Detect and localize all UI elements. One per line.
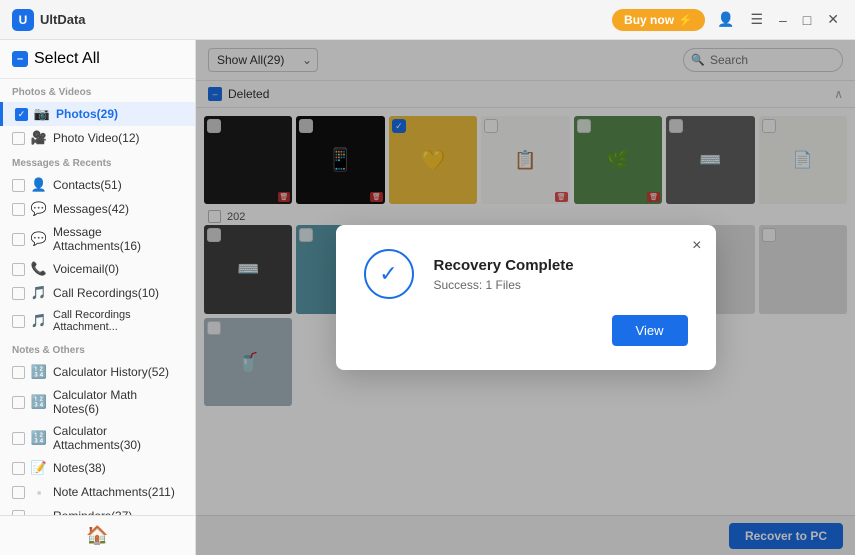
calc-history-checkbox[interactable]	[12, 366, 25, 379]
notes-label: Notes(38)	[53, 461, 106, 475]
calc-attach-icon: 🔢	[31, 430, 47, 446]
sidebar-item-note-attach[interactable]: ▪ Note Attachments(211)	[0, 480, 195, 504]
msg-attach-label: Message Attachments(16)	[53, 225, 183, 253]
user-icon[interactable]: 👤	[713, 9, 738, 30]
voicemail-label: Voicemail(0)	[53, 262, 119, 276]
modal-checkmark: ✓	[364, 249, 414, 299]
section-label-photos: Photos & Videos	[0, 79, 195, 102]
photo-video-label: Photo Video(12)	[53, 131, 140, 145]
photo-video-icon: 🎥	[31, 130, 47, 146]
call-rec-attach-checkbox[interactable]	[12, 315, 25, 328]
modal-subtitle: Success: 1 Files	[434, 278, 688, 292]
calc-math-checkbox[interactable]	[12, 396, 25, 409]
note-attach-label: Note Attachments(211)	[53, 485, 175, 499]
contacts-checkbox[interactable]	[12, 179, 25, 192]
checkmark-icon: ✓	[379, 261, 397, 287]
photos-icon: 📷	[34, 106, 50, 122]
modal-overlay: × ✓ Recovery Complete Success: 1 Files V…	[196, 40, 855, 555]
calc-math-label: Calculator Math Notes(6)	[53, 388, 183, 416]
notes-checkbox[interactable]	[12, 462, 25, 475]
calc-attach-checkbox[interactable]	[12, 432, 25, 445]
maximize-button[interactable]: □	[799, 10, 815, 30]
sidebar-item-call-rec-attach[interactable]: 🎵 Call Recordings Attachment...	[0, 305, 195, 337]
modal-text: Recovery Complete Success: 1 Files	[434, 257, 688, 292]
sidebar-item-calc-history[interactable]: 🔢 Calculator History(52)	[0, 360, 195, 384]
sidebar: Select All Photos & Videos ✓ 📷 Photos(29…	[0, 40, 196, 555]
calc-history-icon: 🔢	[31, 364, 47, 380]
modal-view-button[interactable]: View	[612, 315, 688, 346]
photo-video-checkbox[interactable]	[12, 132, 25, 145]
photos-checkbox[interactable]: ✓	[15, 108, 28, 121]
sidebar-item-contacts[interactable]: 👤 Contacts(51)	[0, 173, 195, 197]
sidebar-item-photos[interactable]: ✓ 📷 Photos(29)	[0, 102, 195, 126]
modal-close-button[interactable]: ×	[692, 237, 701, 255]
home-icon[interactable]: 🏠	[86, 525, 108, 546]
notes-icon: 📝	[31, 460, 47, 476]
sidebar-item-voicemail[interactable]: 📞 Voicemail(0)	[0, 257, 195, 281]
title-bar: U UltData Buy now ⚡ 👤 ☰ – □ ✕	[0, 0, 855, 40]
messages-icon: 💬	[31, 201, 47, 217]
sidebar-item-calc-attach[interactable]: 🔢 Calculator Attachments(30)	[0, 420, 195, 456]
buy-now-button[interactable]: Buy now ⚡	[612, 9, 705, 31]
sidebar-item-msg-attach[interactable]: 💬 Message Attachments(16)	[0, 221, 195, 257]
modal-title: Recovery Complete	[434, 257, 688, 274]
voicemail-icon: 📞	[31, 261, 47, 277]
contacts-label: Contacts(51)	[53, 178, 122, 192]
call-rec-label: Call Recordings(10)	[53, 286, 159, 300]
content-area: Show All(29) Show Deleted Show Existing …	[196, 40, 855, 555]
voicemail-checkbox[interactable]	[12, 263, 25, 276]
section-label-messages: Messages & Recents	[0, 150, 195, 173]
title-bar-actions: Buy now ⚡ 👤 ☰ – □ ✕	[612, 9, 843, 31]
select-all-item[interactable]: Select All	[0, 40, 195, 79]
main-layout: Select All Photos & Videos ✓ 📷 Photos(29…	[0, 40, 855, 555]
sidebar-item-notes[interactable]: 📝 Notes(38)	[0, 456, 195, 480]
lightning-icon: ⚡	[678, 13, 693, 27]
note-attach-checkbox[interactable]	[12, 486, 25, 499]
call-rec-icon: 🎵	[31, 285, 47, 301]
call-rec-attach-icon: 🎵	[31, 313, 47, 329]
close-button[interactable]: ✕	[823, 9, 843, 30]
photos-label: Photos(29)	[56, 107, 118, 121]
minimize-button[interactable]: –	[775, 10, 791, 30]
app-logo: U	[12, 9, 34, 31]
messages-checkbox[interactable]	[12, 203, 25, 216]
messages-label: Messages(42)	[53, 202, 129, 216]
sidebar-item-photo-video[interactable]: 🎥 Photo Video(12)	[0, 126, 195, 150]
sidebar-item-call-rec[interactable]: 🎵 Call Recordings(10)	[0, 281, 195, 305]
sidebar-item-messages[interactable]: 💬 Messages(42)	[0, 197, 195, 221]
modal-content: ✓ Recovery Complete Success: 1 Files	[364, 249, 688, 299]
sidebar-item-calc-math[interactable]: 🔢 Calculator Math Notes(6)	[0, 384, 195, 420]
app-name: UltData	[40, 12, 612, 27]
msg-attach-checkbox[interactable]	[12, 233, 25, 246]
sidebar-home-area: 🏠	[0, 515, 196, 555]
recovery-modal: × ✓ Recovery Complete Success: 1 Files V…	[336, 225, 716, 370]
calc-history-label: Calculator History(52)	[53, 365, 169, 379]
select-all-label: Select All	[34, 50, 100, 68]
contacts-icon: 👤	[31, 177, 47, 193]
calc-attach-label: Calculator Attachments(30)	[53, 424, 183, 452]
msg-attach-icon: 💬	[31, 231, 47, 247]
call-rec-attach-label: Call Recordings Attachment...	[53, 309, 183, 333]
section-label-notes: Notes & Others	[0, 337, 195, 360]
select-all-icon	[12, 51, 28, 67]
calc-math-icon: 🔢	[31, 394, 47, 410]
note-attach-icon: ▪	[31, 484, 47, 500]
call-rec-checkbox[interactable]	[12, 287, 25, 300]
menu-icon[interactable]: ☰	[746, 9, 767, 30]
